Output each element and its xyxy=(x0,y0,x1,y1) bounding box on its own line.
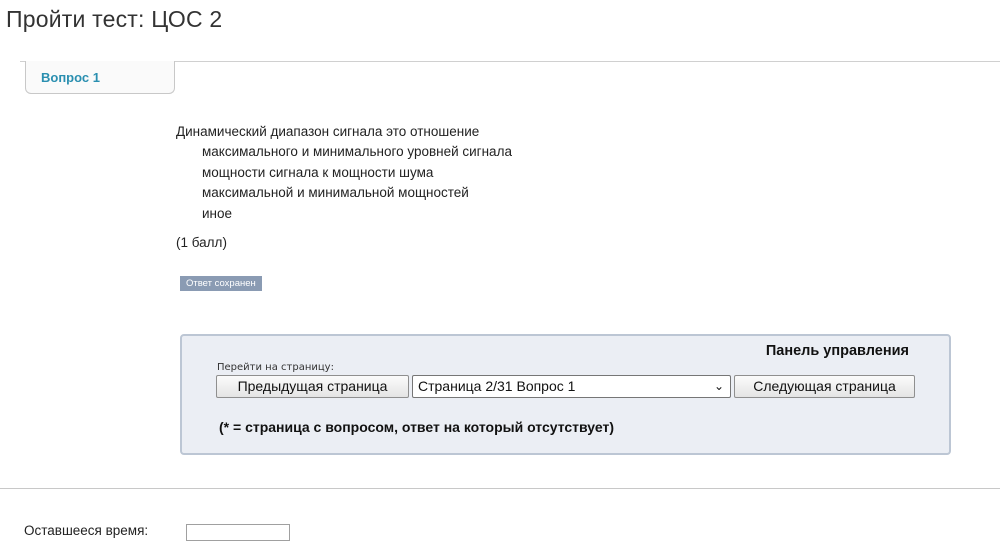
answer-option[interactable]: иное xyxy=(202,204,512,224)
answer-option[interactable]: мощности сигнала к мощности шума xyxy=(202,163,512,183)
panel-heading: Панель управления xyxy=(765,343,909,359)
answer-option[interactable]: максимального и минимального уровней сиг… xyxy=(202,142,512,162)
question-tab[interactable]: Вопрос 1 xyxy=(25,61,175,94)
previous-page-button[interactable]: Предыдущая страница xyxy=(216,375,409,398)
page-title: Пройти тест: ЦОС 2 xyxy=(6,6,223,32)
question-body: Динамический диапазон сигнала это отноше… xyxy=(176,122,512,224)
time-remaining-label: Оставшееся время: xyxy=(24,523,149,538)
bottom-divider xyxy=(0,488,1000,489)
goto-page-label: Перейти на страницу: xyxy=(217,362,334,373)
page-select[interactable]: Страница 2/31 Вопрос 1 ⌄ xyxy=(412,375,731,398)
answer-saved-badge: Ответ сохранен xyxy=(180,276,262,291)
time-remaining-field xyxy=(186,524,290,541)
answer-option[interactable]: максимальной и минимальной мощностей xyxy=(202,183,512,203)
chevron-down-icon: ⌄ xyxy=(713,379,724,393)
question-tab-label: Вопрос 1 xyxy=(41,70,100,85)
page-select-value: Страница 2/31 Вопрос 1 xyxy=(418,378,576,394)
question-text: Динамический диапазон сигнала это отноше… xyxy=(176,124,480,139)
question-points: (1 балл) xyxy=(176,235,227,250)
navigation-panel: Панель управления Перейти на страницу: П… xyxy=(180,334,951,455)
next-page-button[interactable]: Следующая страница xyxy=(734,375,915,398)
unanswered-legend: (* = страница с вопросом, ответ на котор… xyxy=(219,419,615,435)
